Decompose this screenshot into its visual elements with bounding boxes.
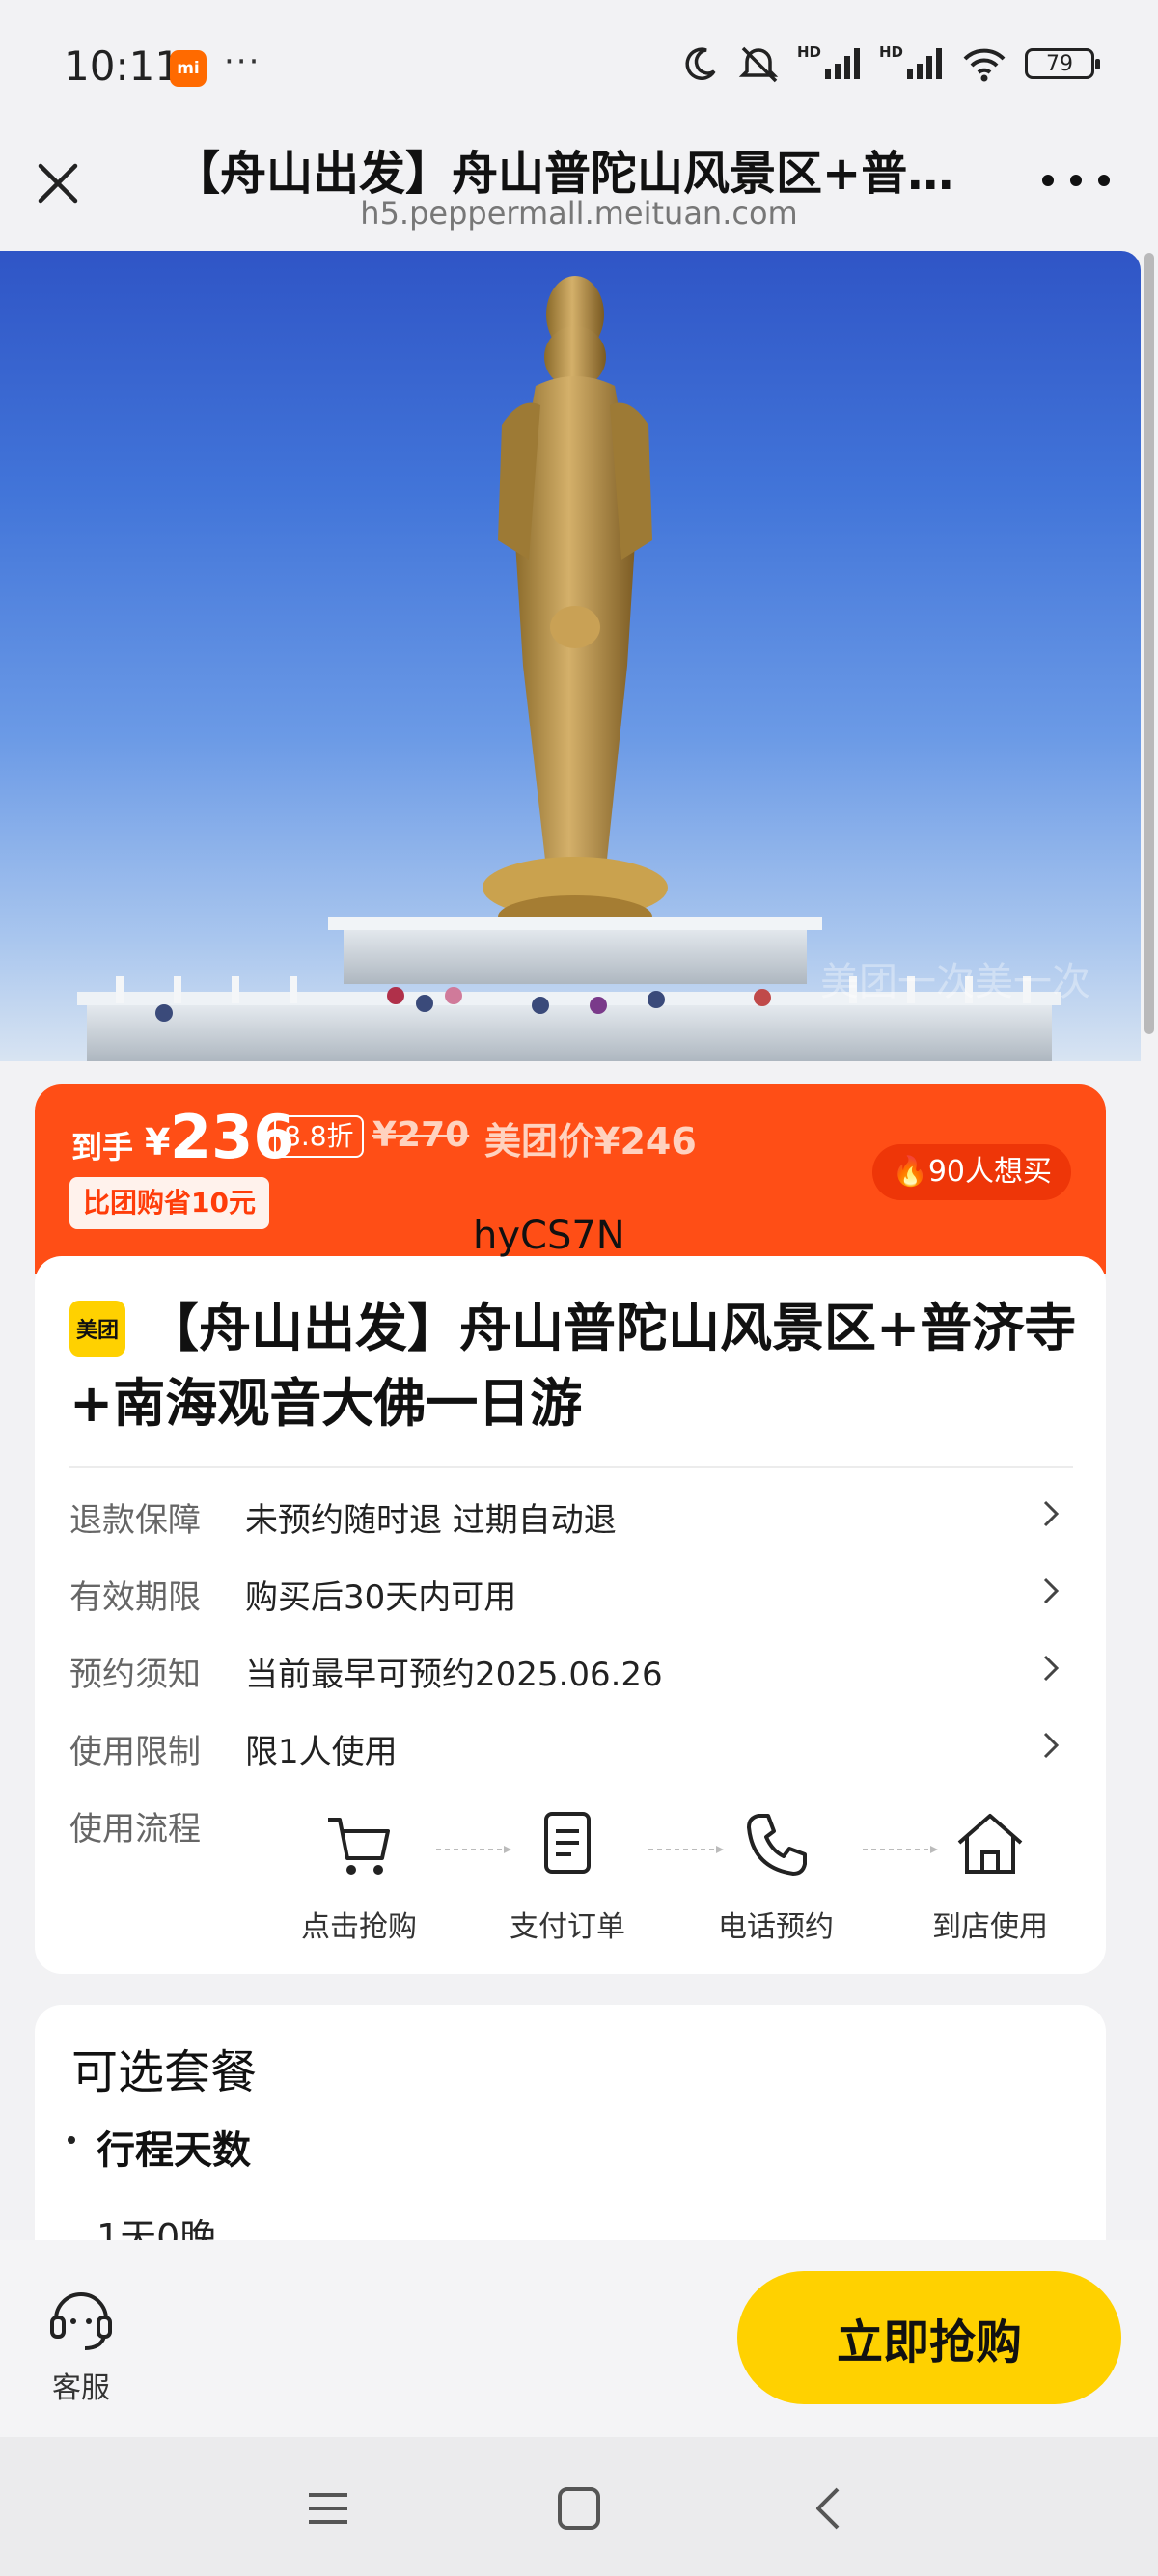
page-scrollbar[interactable] [1144, 253, 1154, 1034]
product-info-card: 【舟山出发】舟山普陀山风景区+普济寺+南海观音大佛一日游 美团 退款保障 未预约… [35, 1256, 1106, 1974]
more-notifications-icon: ··· [224, 42, 262, 81]
booking-row[interactable]: 预约须知 当前最早可预约2025.06.26 [69, 1648, 1073, 1706]
browser-header: 【舟山出发】舟山普陀山风景区+普济寺+南海观音大佛一日游 h5.pepperma… [0, 135, 1158, 251]
service-label: 客服 [52, 2371, 110, 2405]
flow-step: 点击抢购 [282, 1806, 436, 1945]
mute-icon [738, 46, 779, 83]
meituan-price: 美团价¥246 [484, 1120, 697, 1163]
package-subtitle: 行程天数 [96, 2128, 251, 2173]
system-nav-bar [0, 2437, 1158, 2576]
back-icon[interactable] [805, 2483, 855, 2534]
order-icon [544, 1812, 591, 1874]
chevron-right-icon [1043, 1500, 1060, 1527]
info-value: 未预约随时退 过期自动退 [245, 1501, 617, 1540]
divider [69, 1466, 1073, 1468]
mi-app-icon: mi [170, 50, 207, 87]
hero-image[interactable] [0, 251, 1141, 1061]
refund-row[interactable]: 退款保障 未预约随时退 过期自动退 [69, 1494, 1073, 1551]
info-value: 限1人使用 [245, 1733, 398, 1771]
menu-icon[interactable] [303, 2483, 353, 2534]
meituan-logo: 美团 [69, 1301, 125, 1357]
chevron-right-icon [1043, 1732, 1060, 1759]
product-title: 【舟山出发】舟山普陀山风景区+普济寺+南海观音大佛一日游 [69, 1298, 1077, 1434]
store-icon [957, 1814, 1023, 1874]
info-label: 有效期限 [69, 1578, 201, 1617]
buy-now-button[interactable]: 立即抢购 [737, 2271, 1121, 2404]
info-value: 当前最早可预约2025.06.26 [245, 1656, 663, 1694]
info-label: 使用流程 [69, 1810, 201, 1849]
info-value: 购买后30天内可用 [245, 1578, 517, 1617]
usage-limit-row[interactable]: 使用限制 限1人使用 [69, 1725, 1073, 1783]
info-label: 预约须知 [69, 1656, 201, 1694]
bullet-icon [68, 2136, 75, 2144]
dot [1070, 175, 1082, 186]
flow-step: 电话预约 [699, 1806, 853, 1945]
status-icons: HD HD 79 [681, 43, 1100, 83]
status-time: 10:11 [64, 42, 181, 90]
savings-tag: 比团购省10元 [69, 1177, 269, 1229]
discount-tag: 8.8折 [274, 1115, 364, 1158]
bottom-action-bar: 客服 立即抢购 [0, 2240, 1158, 2437]
validity-row[interactable]: 有效期限 购买后30天内可用 [69, 1571, 1073, 1629]
promo-code-text: hyCS7N [473, 1214, 625, 1258]
want-count: 90人想买 [927, 1155, 1052, 1189]
flow-step-label: 到店使用 [932, 1910, 1048, 1944]
dot [1042, 175, 1054, 186]
to-hand-label: 到手 [71, 1129, 134, 1165]
flow-step-label: 支付订单 [510, 1910, 625, 1944]
headset-icon [50, 2292, 112, 2350]
package-title: 可选套餐 [71, 2045, 258, 2099]
usage-flow: 点击抢购 支付订单 电话预约 到店使用 [282, 1806, 1073, 1951]
flow-step-label: 点击抢购 [301, 1910, 417, 1944]
wifi-icon [963, 48, 1006, 82]
dot [1098, 175, 1110, 186]
signal-icon-1 [824, 48, 860, 79]
flow-step-label: 电话预约 [718, 1910, 834, 1944]
want-count-badge: 🔥90人想买 [872, 1144, 1071, 1200]
chevron-right-icon [1043, 1655, 1060, 1682]
moon-icon [685, 47, 716, 80]
page-title: 【舟山出发】舟山普陀山风景区+普济寺+南海观音大佛一日游 [174, 147, 984, 201]
original-price: ¥270 [372, 1115, 470, 1155]
customer-service-button[interactable]: 客服 [42, 2281, 120, 2406]
status-bar: 10:11 mi ··· HD HD 79 [0, 0, 1158, 135]
flow-step: 到店使用 [913, 1806, 1067, 1945]
chevron-right-icon [1043, 1577, 1060, 1604]
home-icon[interactable] [554, 2483, 604, 2534]
guanyin-statue-image [77, 276, 1062, 1061]
currency-symbol: ¥ [145, 1121, 171, 1164]
flow-step: 支付订单 [490, 1806, 645, 1945]
signal-icon-2 [907, 48, 942, 79]
cart-icon [328, 1818, 390, 1875]
info-label: 退款保障 [69, 1501, 201, 1540]
more-options-button[interactable] [1042, 156, 1110, 205]
page-url: h5.peppermall.meituan.com [360, 195, 798, 232]
phone-icon [747, 1814, 807, 1876]
info-label: 使用限制 [69, 1733, 201, 1771]
battery-indicator: 79 [1025, 48, 1100, 79]
hd-label-1: HD [796, 43, 821, 61]
hd-label-2: HD [878, 43, 903, 61]
fire-icon: 🔥 [892, 1155, 928, 1189]
image-watermark: 美团一次美一次 [820, 960, 1090, 1004]
